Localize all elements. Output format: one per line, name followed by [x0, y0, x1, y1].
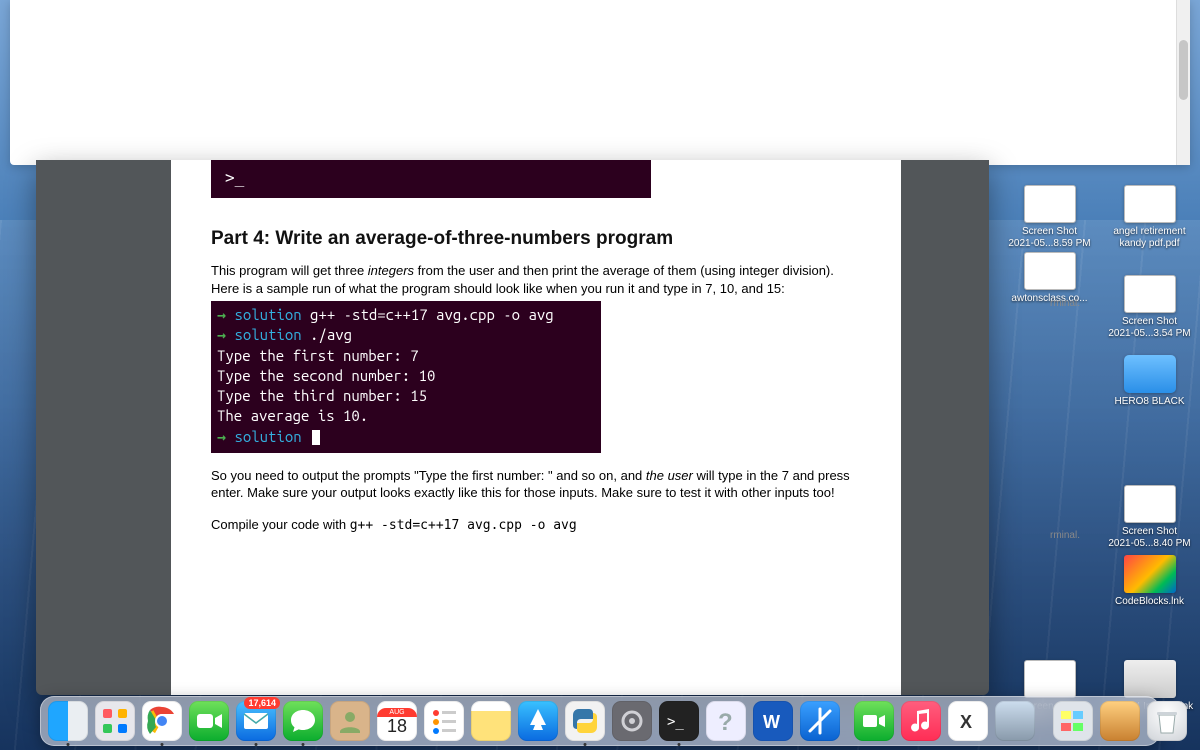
pdf-page: >_ Part 4: Write an average-of-three-num…	[171, 160, 901, 695]
svg-text:>_: >_	[667, 714, 684, 730]
dock-folder-2[interactable]	[1100, 701, 1140, 741]
desktop-icon-label: 2021-05...8.59 PM	[1006, 238, 1092, 250]
file-thumb-icon	[1124, 485, 1176, 523]
desktop-icon-label: kandy pdf.pdf	[1117, 238, 1181, 250]
dock-music[interactable]	[901, 701, 941, 741]
desktop-icon-label: angel retirement	[1111, 226, 1187, 238]
terminal-sample: → solution g++ -std=c++17 avg.cpp -o avg…	[211, 301, 601, 453]
dock-trash[interactable]	[1147, 701, 1187, 741]
desktop-file-icon[interactable]: Screen Shot2021-05...8.59 PM	[1002, 185, 1097, 250]
dock-recent-facetime[interactable]	[854, 701, 894, 741]
document-viewer-window: >_ Part 4: Write an average-of-three-num…	[36, 160, 989, 695]
desktop-icon-label: 2021-05...3.54 PM	[1106, 328, 1192, 340]
desktop-file-icon[interactable]: angel retirementkandy pdf.pdf	[1102, 185, 1197, 250]
file-thumb-icon	[1124, 185, 1176, 223]
paragraph-intro: This program will get three integers fro…	[211, 262, 861, 297]
section-heading: Part 4: Write an average-of-three-number…	[211, 228, 861, 250]
terminal-line: → solution	[217, 427, 595, 447]
desktop-icon-label: CodeBlocks.lnk	[1113, 596, 1186, 608]
paragraph-compile: Compile your code with g++ -std=c++17 av…	[211, 516, 861, 535]
terminal-line: The average is 10.	[217, 406, 595, 426]
dock-terminal[interactable]: >_	[659, 701, 699, 741]
terminal-snippet-prev: >_	[211, 160, 651, 198]
dock-appstore[interactable]	[518, 701, 558, 741]
terminal-line: Type the first number: 7	[217, 346, 595, 366]
dock: AUG 18 >_ ? W	[40, 696, 1160, 746]
terminal-line: Type the third number: 15	[217, 386, 595, 406]
terminal-line: → solution g++ -std=c++17 avg.cpp -o avg	[217, 305, 595, 325]
desktop-icon-label: 2021-05...8.40 PM	[1106, 538, 1192, 550]
dock-xcode[interactable]	[800, 701, 840, 741]
file-thumb-icon	[1024, 660, 1076, 698]
desktop-icon-label: Screen Shot	[1020, 226, 1079, 238]
folder-icon	[1124, 355, 1176, 393]
dock-messages[interactable]	[283, 701, 323, 741]
desktop: Screen Shot2021-05...8.59 PMangel retire…	[0, 0, 1200, 750]
paragraph-explain: So you need to output the prompts "Type …	[211, 467, 861, 502]
file-thumb-icon	[1124, 660, 1176, 698]
calendar-day: 18	[387, 717, 407, 735]
dock-reminders[interactable]	[424, 701, 464, 741]
dock-help[interactable]: ?	[706, 701, 746, 741]
desktop-icon-label: Screen Shot	[1120, 316, 1179, 328]
dock-facetime[interactable]	[189, 701, 229, 741]
desktop-file-icon[interactable]: CodeBlocks.lnk	[1102, 555, 1197, 608]
terminal-line: Type the second number: 10	[217, 366, 595, 386]
desktop-icon-label-clipped: rminal.	[990, 530, 1080, 541]
dock-notes[interactable]	[471, 701, 511, 741]
dock-launchpad[interactable]	[95, 701, 135, 741]
dock-settings[interactable]	[612, 701, 652, 741]
desktop-icon-label: HERO8 BLACK	[1112, 396, 1186, 408]
cursor-icon	[312, 430, 320, 445]
desktop-icon-label-clipped: rminal.	[990, 298, 1080, 309]
scrollbar-thumb[interactable]	[1179, 40, 1188, 100]
file-thumb-icon	[1124, 275, 1176, 313]
dock-chrome[interactable]	[142, 701, 182, 741]
desktop-file-icon[interactable]: Screen Shot2021-05...8.40 PM	[1102, 485, 1197, 550]
terminal-line: → solution ./avg	[217, 325, 595, 345]
dock-folder-1[interactable]	[1053, 701, 1093, 741]
desktop-file-icon[interactable]: Screen Shot2021-05...3.54 PM	[1102, 275, 1197, 340]
dock-x-app[interactable]: X	[948, 701, 988, 741]
scrollbar[interactable]	[1176, 0, 1190, 165]
dock-recent-app[interactable]	[995, 701, 1035, 741]
dock-contacts[interactable]	[330, 701, 370, 741]
dock-mail[interactable]	[236, 701, 276, 741]
svg-text:?: ?	[718, 709, 733, 736]
dock-calendar[interactable]: AUG 18	[377, 701, 417, 741]
desktop-file-icon[interactable]: HERO8 BLACK	[1102, 355, 1197, 408]
svg-text:X: X	[960, 712, 972, 732]
file-thumb-icon	[1024, 185, 1076, 223]
svg-text:W: W	[763, 712, 780, 732]
dock-finder[interactable]	[48, 701, 88, 741]
top-blank-window	[10, 0, 1190, 165]
dock-word[interactable]: W	[753, 701, 793, 741]
file-thumb-icon	[1024, 252, 1076, 290]
dock-python[interactable]	[565, 701, 605, 741]
desktop-icon-label: Screen Shot	[1120, 526, 1179, 538]
file-thumb-icon	[1124, 555, 1176, 593]
